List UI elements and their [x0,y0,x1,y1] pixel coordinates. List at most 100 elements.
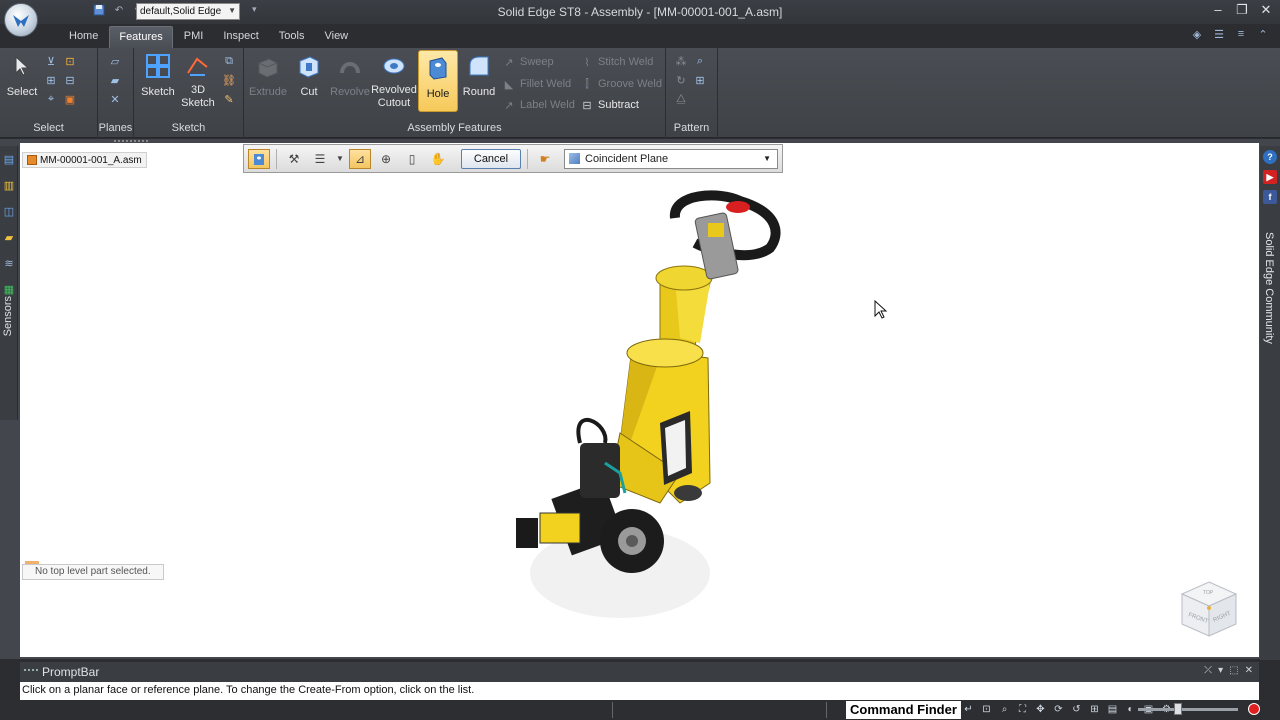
help-icon[interactable]: ? [1263,150,1277,164]
round-button[interactable]: Round [460,52,498,99]
align-icon[interactable]: ≡ [1234,28,1248,42]
extent-button[interactable]: ▯ [401,149,423,169]
sketch-view-icon[interactable]: ⊞ [1088,703,1101,716]
grid-select-icon[interactable]: ⊟ [63,73,77,87]
plane-step-button[interactable]: ⊿ [349,148,371,169]
pick-icon[interactable]: ⌖ [44,92,58,106]
color-icon[interactable]: ▣ [63,92,77,106]
record-icon[interactable] [1248,703,1260,715]
shading-icon[interactable]: ◐ [1124,703,1137,716]
minimize-button[interactable]: – [1210,2,1226,18]
float-icon[interactable]: ⬚ [1229,665,1238,676]
fillet-weld-button[interactable]: ◣ Fillet Weld [502,75,571,93]
label-weld-button[interactable]: ↗ Label Weld [502,96,575,114]
axis-icon[interactable]: ✕ [108,92,122,106]
solid-edge-community-tab[interactable]: Solid Edge Community [1262,228,1276,348]
3d-sketch-label-1: 3D [190,84,206,96]
planes-tools: ▱ ▰ ✕ [108,54,122,106]
create-from-select[interactable]: Coincident Plane ▼ [564,148,778,169]
hole-step-button[interactable]: ⚒ [283,149,305,169]
stack-icon[interactable]: ≋ [2,256,16,270]
sweep-button[interactable]: ↗ Sweep [502,53,553,71]
sensors-icon[interactable]: ▦ [2,282,16,296]
collapse-ribbon-icon[interactable]: ⌃ [1256,28,1270,42]
document-tab[interactable]: MM-00001-001_A.asm [22,152,147,168]
close-button[interactable]: ✕ [1258,2,1274,18]
pattern-search-icon[interactable]: ⌕ [693,54,707,68]
named-views-icon[interactable]: ▤ [1106,703,1119,716]
groove-weld-button[interactable]: ⫿ Groove Weld [580,75,662,93]
viewcube-top-face[interactable]: TOP [1203,590,1214,596]
pin-icon[interactable]: ▾ [1218,665,1223,676]
coincident-plane-icon[interactable]: ▰ [108,73,122,87]
plane-icon[interactable]: ▱ [108,54,122,68]
grip-icon[interactable] [24,669,38,675]
selection-button[interactable]: ✋ [427,149,449,169]
pencil-icon[interactable]: ✎ [222,92,236,106]
link-icon[interactable]: ⛓ [222,73,236,87]
lock-icon[interactable]: ⊡ [63,54,77,68]
zoom-icon[interactable]: ⌕ [998,703,1011,716]
enter-icon[interactable]: ↵ [962,703,975,716]
spin-icon[interactable]: ↺ [1070,703,1083,716]
tab-tools[interactable]: Tools [270,26,314,48]
pan-icon[interactable]: ✥ [1034,703,1047,716]
tab-home[interactable]: Home [60,26,107,48]
layers-icon[interactable]: ◫ [2,204,16,218]
promptbar-message: Click on a planar face or reference plan… [20,682,1259,700]
select-button[interactable]: Select [6,52,38,99]
tab-features[interactable]: Features [109,26,173,48]
revolved-cutout-label-2: Cutout [377,97,411,109]
subtract-button[interactable]: ⊟ Subtract [580,96,639,114]
revolve-button[interactable]: Revolve [330,52,370,99]
list-icon[interactable]: ☰ [1212,28,1226,42]
graphics-viewport[interactable] [20,143,1259,657]
dock-icon[interactable]: ⤫ [1204,665,1212,676]
3d-sketch-button[interactable]: 3D Sketch [180,52,216,110]
facebook-icon[interactable]: f [1263,190,1277,204]
cancel-button[interactable]: Cancel [461,148,521,169]
view-cube[interactable]: FRONT RIGHT TOP [1178,578,1240,643]
tab-inspect[interactable]: Inspect [214,26,267,48]
mirror-icon[interactable]: ⧋ [674,92,688,106]
library-icon[interactable]: ▥ [2,178,16,192]
stitch-weld-button[interactable]: ⌇ Stitch Weld [580,53,653,71]
pattern-grid-icon[interactable]: ⊞ [693,73,707,87]
extrude-button[interactable]: Extrude [248,52,288,99]
rotate-icon[interactable]: ⟳ [1052,703,1065,716]
zoom-slider-handle[interactable] [1174,703,1182,715]
circular-pattern-icon[interactable]: ↻ [674,73,688,87]
hole-button[interactable]: Hole [418,50,458,112]
list-options-button[interactable]: ☰ [309,149,331,169]
fit-icon[interactable]: ⛶ [1016,703,1029,716]
hole-options-button[interactable] [248,148,270,169]
grid-icon[interactable]: ⊞ [44,73,58,87]
hole-position-button[interactable]: ⊕ [375,149,397,169]
selection-status-tip: No top level part selected. [22,561,164,580]
revolved-cutout-button[interactable]: Revolved Cutout [370,52,418,110]
zoom-area-icon[interactable]: ⊡ [980,703,993,716]
accept-button[interactable]: ☛ [534,149,556,169]
folder-icon[interactable]: ▰ [2,230,16,244]
sensors-tab[interactable]: Sensors [2,296,14,336]
label-weld-label: Label Weld [520,99,575,111]
list-options-dropdown[interactable]: ▼ [335,149,345,169]
application-button[interactable] [4,3,38,37]
youtube-icon[interactable]: ▶ [1263,170,1277,184]
pattern-icon[interactable]: ⁂ [674,54,688,68]
zoom-slider[interactable] [1138,708,1238,711]
ribbon: Select ⊻ ⊡ ⊞ ⊟ ⌖ ▣ Select ▱ ▰ ✕ Planes S… [0,48,1280,138]
sketch-button[interactable]: Sketch [140,52,176,99]
pathfinder-icon[interactable]: ▤ [2,152,16,166]
restore-button[interactable]: ❐ [1234,2,1250,18]
chevron-down-icon: ▼ [336,154,344,163]
tab-view[interactable]: View [315,26,357,48]
panel-drag-handle[interactable] [114,140,148,144]
close-promptbar-icon[interactable]: ✕ [1245,665,1253,676]
filter-icon[interactable]: ⊻ [44,54,58,68]
diamond-icon[interactable]: ◈ [1190,28,1204,42]
project-icon[interactable]: ⧉ [222,54,236,68]
command-finder-input[interactable]: Command Finder [846,701,961,719]
cut-button[interactable]: Cut [292,52,326,99]
tab-pmi[interactable]: PMI [175,26,213,48]
